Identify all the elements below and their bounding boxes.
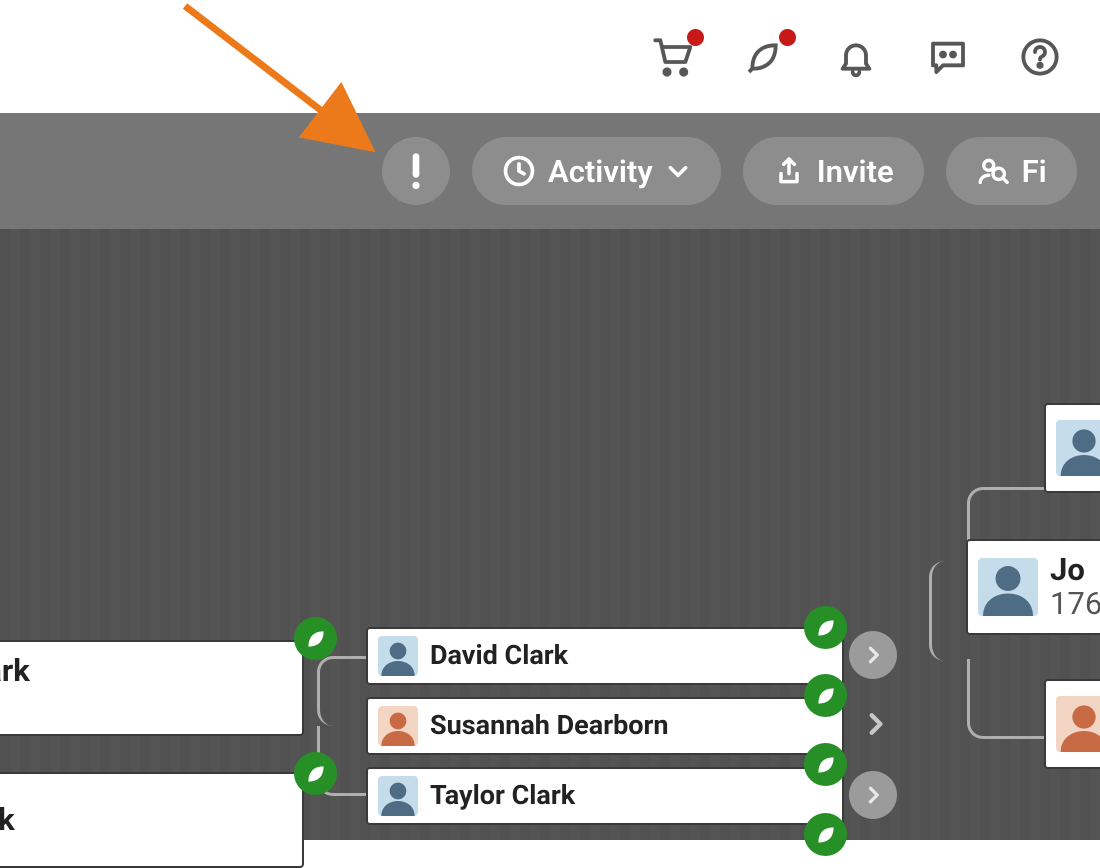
hint-badge[interactable]: [804, 674, 847, 717]
share-icon: [773, 155, 805, 187]
chevron-right-icon: [863, 645, 883, 665]
clock-icon: [502, 154, 536, 188]
person-card[interactable]: Taylor Clark: [366, 767, 844, 825]
chevron-down-icon: [665, 158, 691, 184]
person-name: vid W. Clark: [0, 654, 30, 688]
person-card[interactable]: estia Clark: [0, 772, 304, 868]
person-card[interactable]: Jo 176: [966, 539, 1100, 635]
activity-button[interactable]: Activity: [472, 137, 721, 205]
person-name: Taylor Clark: [430, 781, 575, 811]
avatar: [978, 558, 1038, 616]
expand-button[interactable]: [849, 771, 897, 819]
person-name: David Clark: [430, 641, 568, 671]
messages-button[interactable]: [926, 35, 970, 79]
top-header: [0, 0, 1100, 113]
avatar: [378, 636, 418, 676]
person-name: Jo: [1050, 553, 1100, 587]
chevron-right-icon: [862, 711, 888, 737]
avatar: [378, 776, 418, 816]
hint-badge[interactable]: [804, 743, 847, 786]
hint-badge[interactable]: [294, 617, 337, 660]
hint-badge[interactable]: [804, 606, 847, 649]
hint-badge[interactable]: [294, 752, 337, 795]
avatar: [1056, 696, 1100, 752]
cart-icon: [652, 37, 692, 77]
leaf-icon: [813, 615, 839, 641]
leaf-icon: [813, 683, 839, 709]
person-card[interactable]: [1044, 679, 1100, 769]
expand-button[interactable]: [862, 711, 888, 741]
activity-label: Activity: [548, 153, 653, 190]
hints-notification-dot: [779, 29, 796, 46]
person-name: estia Clark: [0, 803, 15, 837]
leaf-icon: [813, 752, 839, 778]
find-label: Fi: [1022, 153, 1047, 190]
help-icon: [1020, 37, 1060, 77]
invite-button[interactable]: Invite: [743, 137, 924, 205]
alert-button[interactable]: [382, 137, 450, 205]
cart-button[interactable]: [650, 35, 694, 79]
notifications-button[interactable]: [834, 35, 878, 79]
person-text: vid W. Clark 98-1873: [0, 654, 30, 722]
invite-label: Invite: [817, 153, 894, 190]
avatar: [1056, 420, 1100, 476]
find-button[interactable]: Fi: [946, 137, 1077, 205]
tree-canvas[interactable]: vid W. Clark 98-1873 estia Clark David C…: [0, 229, 1100, 840]
person-card[interactable]: [1044, 403, 1100, 493]
person-text: estia Clark: [0, 803, 15, 837]
person-name: Susannah Dearborn: [430, 711, 669, 741]
leaf-icon: [744, 37, 784, 77]
person-card[interactable]: David Clark: [366, 627, 844, 685]
person-dates: 176: [1050, 587, 1100, 621]
tree-connector: [317, 656, 367, 726]
person-dates: 98-1873: [0, 688, 30, 722]
person-text: Jo 176: [1050, 553, 1100, 621]
find-person-icon: [976, 154, 1010, 188]
chat-icon: [928, 37, 968, 77]
leaf-icon: [303, 626, 329, 652]
leaf-icon: [813, 822, 839, 848]
chevron-right-icon: [863, 785, 883, 805]
person-card[interactable]: Susannah Dearborn: [366, 697, 844, 755]
cart-notification-dot: [687, 29, 704, 46]
hint-badge[interactable]: [804, 813, 847, 856]
hints-button[interactable]: [742, 35, 786, 79]
leaf-icon: [303, 761, 329, 787]
secondary-toolbar: Activity Invite Fi: [0, 113, 1100, 229]
bell-icon: [836, 37, 876, 77]
help-button[interactable]: [1018, 35, 1062, 79]
person-card[interactable]: vid W. Clark 98-1873: [0, 640, 304, 736]
exclamation-icon: [408, 151, 424, 191]
expand-button[interactable]: [849, 631, 897, 679]
avatar: [378, 706, 418, 746]
